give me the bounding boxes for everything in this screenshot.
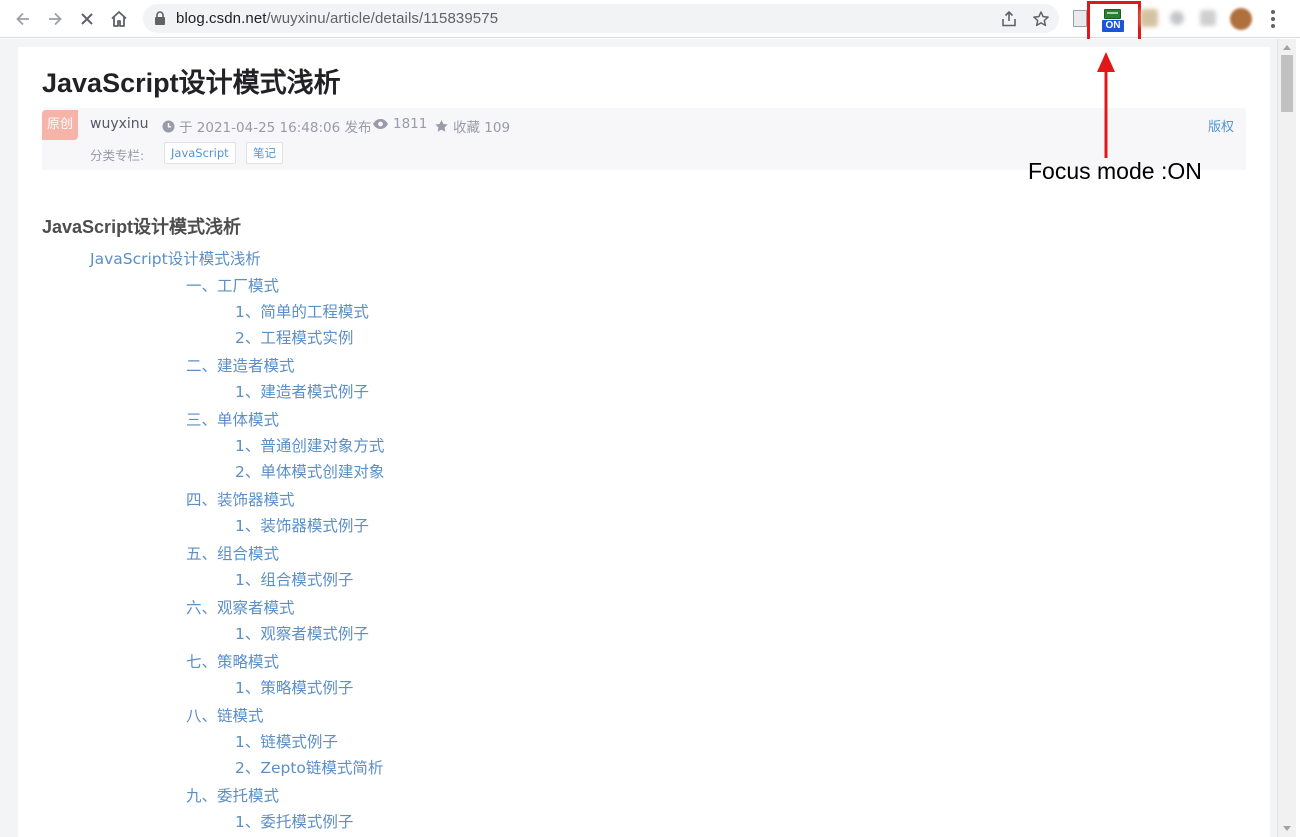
forward-arrow-icon xyxy=(49,12,62,26)
toc-link[interactable]: 1、委托模式例子 xyxy=(235,810,353,832)
toc-link[interactable]: 1、装饰器模式例子 xyxy=(235,514,369,536)
category-label: 分类专栏: xyxy=(90,148,145,163)
toc-link[interactable]: 1、建造者模式例子 xyxy=(235,380,369,402)
focus-extension-highlight-box xyxy=(1087,1,1141,44)
publish-time: 于 2021-04-25 16:48:06 发布 xyxy=(162,116,371,136)
lock-icon xyxy=(155,11,165,25)
menu-dot xyxy=(1271,17,1275,21)
close-icon xyxy=(81,13,93,25)
author-link[interactable]: wuyxinu xyxy=(90,116,149,132)
scroll-up-arrow-icon[interactable] xyxy=(1283,45,1291,50)
toc-link[interactable]: 1、普通创建对象方式 xyxy=(235,434,384,456)
back-arrow-icon xyxy=(16,12,29,26)
share-button[interactable] xyxy=(999,9,1019,29)
reader-extension-icon[interactable] xyxy=(1073,10,1087,27)
publish-time-text: 于 2021-04-25 16:48:06 发布 xyxy=(179,120,372,136)
page-scrollbar[interactable] xyxy=(1277,39,1296,837)
forward-button[interactable] xyxy=(42,6,68,32)
bookmark-star-button[interactable] xyxy=(1031,9,1051,29)
annotation-arrow-icon xyxy=(1097,52,1115,158)
tag-notes[interactable]: 笔记 xyxy=(246,142,283,164)
star-icon xyxy=(435,119,448,132)
article-title: JavaScript设计模式浅析 xyxy=(42,68,341,98)
address-bar[interactable]: blog.csdn.net/wuyxinu/article/details/11… xyxy=(143,4,1059,33)
toc-link[interactable]: 五、组合模式 xyxy=(186,542,279,564)
favorite-count-text: 收藏 109 xyxy=(453,120,511,136)
browser-menu-button[interactable] xyxy=(1264,7,1282,31)
star-icon xyxy=(1033,11,1049,27)
toc-link[interactable]: JavaScript设计模式浅析 xyxy=(90,247,261,269)
toc-link[interactable]: 九、委托模式 xyxy=(186,784,279,806)
toc-link[interactable]: 1、组合模式例子 xyxy=(235,568,353,590)
background-window-edge xyxy=(1296,39,1300,837)
back-button[interactable] xyxy=(10,6,36,32)
toc-link[interactable]: 1、策略模式例子 xyxy=(235,676,353,698)
toc-link[interactable]: 六、观察者模式 xyxy=(186,596,295,618)
scroll-thumb[interactable] xyxy=(1281,55,1293,112)
original-badge: 原创 xyxy=(42,110,78,140)
toc-link[interactable]: 二、建造者模式 xyxy=(186,354,295,376)
annotation-label: Focus mode :ON xyxy=(1028,158,1202,184)
extension-icon[interactable] xyxy=(1200,10,1216,26)
url-path: /wuyxinu/article/details/115839575 xyxy=(266,10,499,27)
browser-toolbar: blog.csdn.net/wuyxinu/article/details/11… xyxy=(0,0,1300,44)
profile-avatar[interactable] xyxy=(1230,8,1252,30)
toc-link[interactable]: 1、链模式例子 xyxy=(235,730,338,752)
url-text: blog.csdn.net/wuyxinu/article/details/11… xyxy=(176,10,498,27)
menu-dot xyxy=(1271,10,1275,14)
toc-link[interactable]: 2、Zepto链模式简析 xyxy=(235,756,383,778)
stop-loading-button[interactable] xyxy=(74,6,100,32)
toc-link[interactable]: 1、观察者模式例子 xyxy=(235,622,369,644)
home-button[interactable] xyxy=(106,6,132,32)
toc-link[interactable]: 一、工厂模式 xyxy=(186,274,279,296)
view-count: 1811 xyxy=(372,116,427,132)
eye-icon xyxy=(373,119,388,129)
toc-link[interactable]: 八、链模式 xyxy=(186,704,264,726)
toc-link[interactable]: 1、简单的工程模式 xyxy=(235,300,369,322)
article-heading: JavaScript设计模式浅析 xyxy=(42,217,242,237)
clock-icon xyxy=(162,120,175,132)
home-icon xyxy=(111,11,127,27)
scroll-down-arrow-icon[interactable] xyxy=(1283,826,1291,831)
tag-javascript[interactable]: JavaScript xyxy=(164,142,236,164)
extension-icon[interactable] xyxy=(1140,9,1158,27)
toc-link[interactable]: 七、策略模式 xyxy=(186,650,279,672)
menu-dot xyxy=(1271,24,1275,28)
favorite-button[interactable]: 收藏 109 xyxy=(434,116,510,136)
view-count-text: 1811 xyxy=(393,116,428,132)
toc-link[interactable]: 2、单体模式创建对象 xyxy=(235,460,384,482)
toc-link[interactable]: 四、装饰器模式 xyxy=(186,488,295,510)
toc-link[interactable]: 2、工程模式实例 xyxy=(235,326,353,348)
share-icon xyxy=(1002,10,1016,27)
copyright-link[interactable]: 版权 xyxy=(1208,116,1234,135)
url-host: blog.csdn.net xyxy=(176,10,267,27)
extension-icon[interactable] xyxy=(1170,11,1184,25)
toc-link[interactable]: 三、单体模式 xyxy=(186,408,279,430)
